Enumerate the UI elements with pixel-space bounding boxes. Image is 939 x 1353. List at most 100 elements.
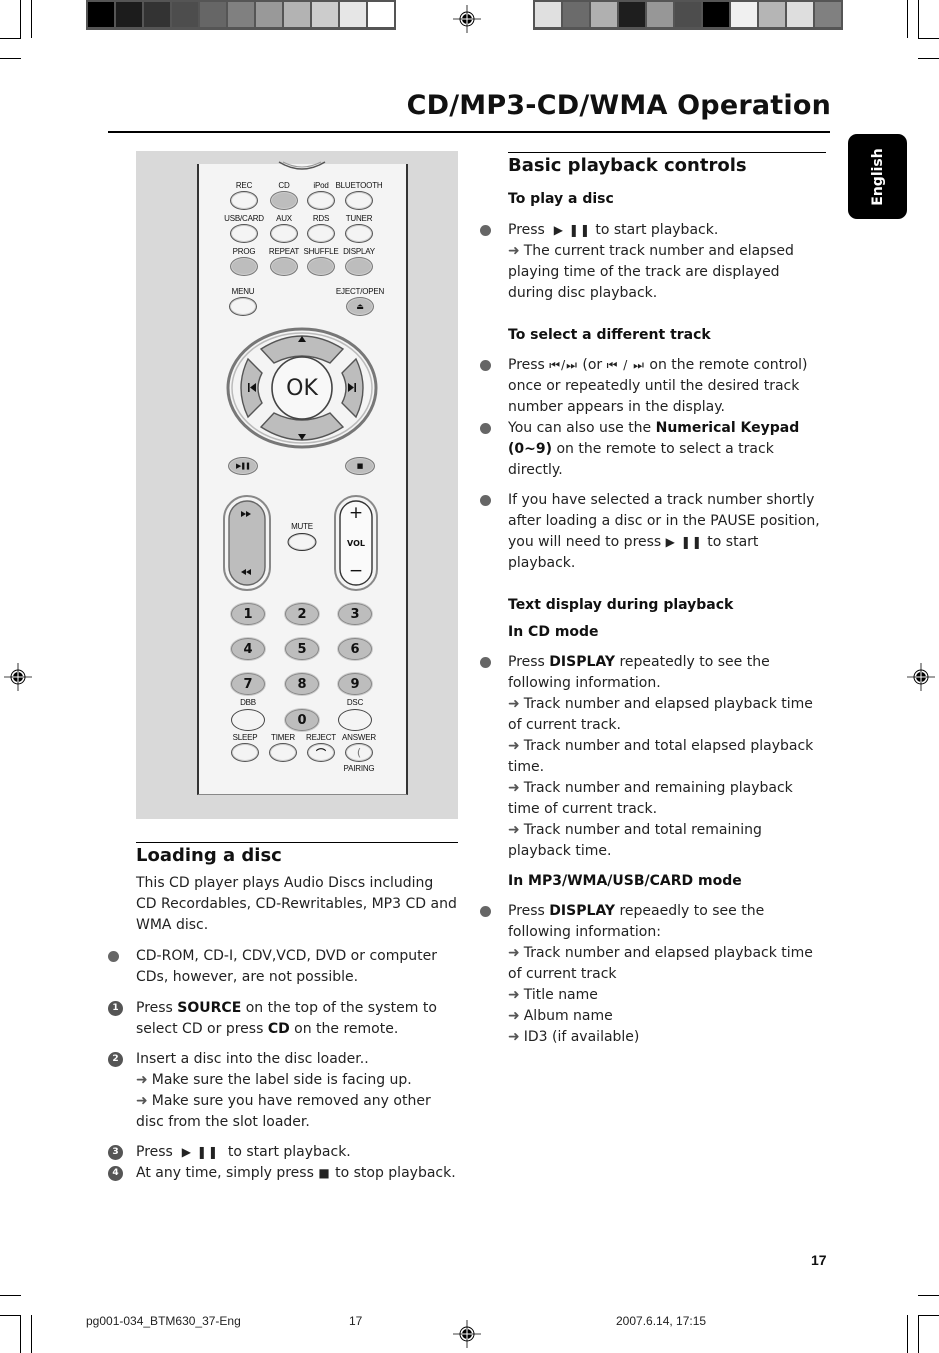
color-swatch: [312, 2, 338, 27]
keypad-button-6[interactable]: 6: [338, 638, 372, 660]
color-swatch: [759, 2, 785, 27]
keypad-button-7[interactable]: 7: [231, 673, 265, 695]
bullet-icon: [108, 951, 119, 962]
remote-button-ipod[interactable]: [307, 191, 335, 210]
step-number-icon: 2: [108, 1052, 123, 1067]
remote-button-label: REJECT: [306, 733, 336, 742]
keypad-button-2[interactable]: 2: [285, 603, 319, 625]
keypad-button-1[interactable]: 1: [231, 603, 265, 625]
remote-button-tuner[interactable]: [345, 224, 373, 243]
stop-icon: ■: [318, 1166, 331, 1180]
menu-button[interactable]: [229, 297, 257, 316]
remote-button-shuffle[interactable]: [307, 257, 335, 276]
search-rocker[interactable]: [222, 494, 272, 592]
color-swatch: [563, 2, 589, 27]
remote-button-label: REPEAT: [268, 247, 300, 256]
info-item: ➜ Track number and total elapsed playback…: [508, 738, 814, 775]
info-item: ➜ ID3 (if available): [508, 1029, 640, 1045]
eject-label: EJECT/OPEN: [335, 287, 385, 296]
step-2: 2 Insert a disc into the disc loader.. ➜…: [108, 1049, 458, 1133]
remote-button-answer[interactable]: (: [345, 743, 373, 762]
answer-call-icon: (: [356, 746, 362, 759]
remote-button-timer[interactable]: [269, 743, 297, 762]
remote-button-label: DISPLAY: [343, 247, 375, 256]
remote-button-label: PROG: [232, 247, 256, 256]
color-swatch: [200, 2, 226, 27]
remote-button-sleep[interactable]: [231, 743, 259, 762]
remote-button-reject[interactable]: ⌒: [307, 743, 335, 762]
info-item: ➜ Track number and total remaining playba…: [508, 822, 762, 859]
loading-section: Loading a disc This CD player plays Audi…: [108, 843, 458, 1184]
keypad-button-8[interactable]: 8: [285, 673, 319, 695]
keypad-button-0[interactable]: 0: [285, 709, 319, 731]
keypad-button-5[interactable]: 5: [285, 638, 319, 660]
color-swatch: [815, 2, 841, 27]
play-pause-button[interactable]: ▶❚❚: [228, 457, 258, 475]
basic-playback-section: Basic playback controls To play a disc P…: [480, 153, 828, 1048]
remote-button-bluetooth[interactable]: [345, 191, 373, 210]
play-pause-icon: ▶ ❚❚: [181, 1145, 219, 1159]
footer-filename: pg001-034_BTM630_37-Eng: [86, 1314, 241, 1328]
stop-icon: ■: [356, 462, 364, 470]
arrow-icon: ➜: [508, 738, 520, 754]
play-pause-icon: ▶ ❚❚: [665, 535, 703, 549]
arrow-icon: ➜: [508, 945, 520, 961]
remote-control-body: [197, 164, 408, 795]
color-swatches-right: [533, 0, 843, 30]
stop-button[interactable]: ■: [345, 457, 375, 475]
bullet-icon: [480, 495, 491, 506]
remote-button-label: REC: [235, 181, 253, 190]
remote-button-cd[interactable]: [270, 191, 298, 210]
eject-button[interactable]: ⏏: [346, 297, 374, 316]
pairing-label: PAIRING: [343, 764, 375, 773]
loading-heading: Loading a disc: [136, 845, 282, 866]
step-3: 3 Press ▶ ❚❚ to start playback.: [108, 1142, 458, 1163]
arrow-icon: ➜: [508, 696, 520, 712]
remote-button-label: SHUFFLE: [303, 247, 339, 256]
ok-button[interactable]: OK: [272, 361, 332, 415]
eject-icon: ⏏: [356, 301, 364, 311]
dbb-button[interactable]: [231, 709, 265, 731]
remote-button-label: CD: [278, 181, 290, 190]
step-number-icon: 3: [108, 1145, 123, 1160]
step-4: 4 At any time, simply press ■ to stop pl…: [108, 1163, 458, 1184]
color-swatch: [647, 2, 673, 27]
remote-button-repeat[interactable]: [270, 257, 298, 276]
remote-button-prog[interactable]: [230, 257, 258, 276]
list-item: Press ▶ ❚❚ to start playback. ➜ The curre…: [480, 220, 828, 304]
keypad-button-9[interactable]: 9: [338, 673, 372, 695]
basic-heading: Basic playback controls: [508, 155, 747, 176]
remote-button-rec[interactable]: [230, 191, 258, 210]
bullet-icon: [480, 657, 491, 668]
list-item: You can also use the Numerical Keypad (0…: [480, 418, 828, 481]
dsc-button[interactable]: [338, 709, 372, 731]
list-item: Press DISPLAY repeatedly to see the foll…: [480, 652, 828, 862]
info-item: ➜ Track number and elapsed playback time …: [508, 696, 813, 733]
remote-button-label: AUX: [276, 214, 292, 223]
remote-button-aux[interactable]: [270, 224, 298, 243]
color-swatch: [619, 2, 645, 27]
page-number: 17: [811, 1252, 827, 1268]
color-swatch: [228, 2, 254, 27]
select-heading: To select a different track: [508, 327, 711, 343]
color-swatch: [256, 2, 282, 27]
step-number-icon: 1: [108, 1001, 123, 1016]
info-item: ➜ Album name: [508, 1008, 613, 1024]
footer-page: 17: [349, 1314, 363, 1328]
mute-button[interactable]: [287, 533, 317, 551]
remote-button-display[interactable]: [345, 257, 373, 276]
color-swatch: [116, 2, 142, 27]
menu-label: MENU: [231, 287, 255, 296]
registration-mark-icon: [907, 663, 935, 691]
keypad-button-3[interactable]: 3: [338, 603, 372, 625]
arrow-icon: ➜: [508, 987, 520, 1003]
remote-button-label: BLUETOOTH: [335, 181, 383, 190]
remote-button-rds[interactable]: [307, 224, 335, 243]
keypad-button-4[interactable]: 4: [231, 638, 265, 660]
dsc-label: DSC: [346, 698, 364, 707]
color-swatch: [703, 2, 729, 27]
arrow-icon: ➜: [508, 243, 520, 259]
cd-mode-heading: In CD mode: [508, 624, 599, 640]
color-swatch: [731, 2, 757, 27]
remote-button-usb-card[interactable]: [230, 224, 258, 243]
